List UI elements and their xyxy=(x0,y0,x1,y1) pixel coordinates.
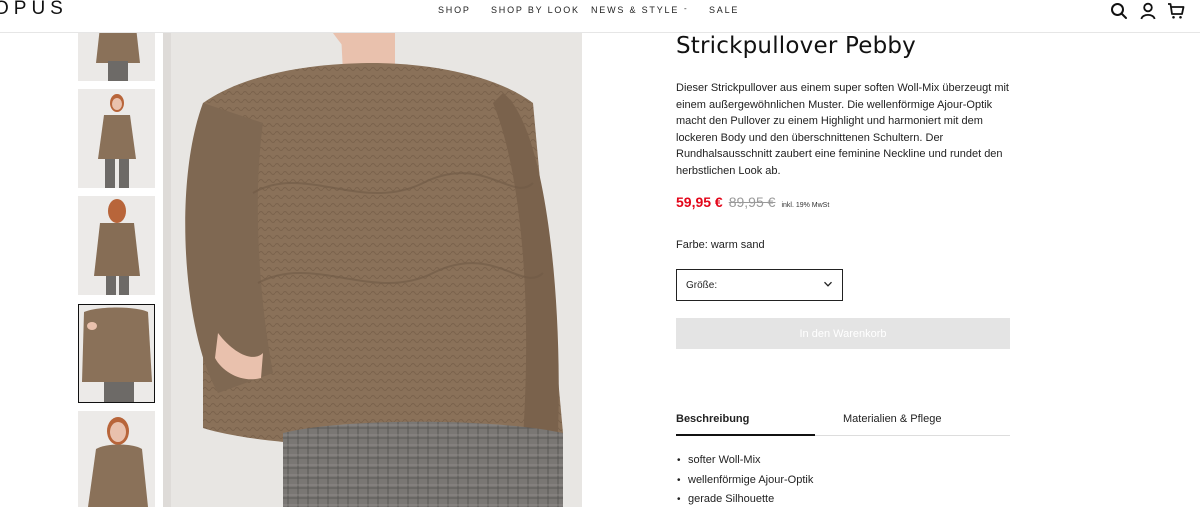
main-product-image[interactable] xyxy=(163,33,582,507)
nav-shop[interactable]: SHOP xyxy=(438,4,471,16)
feature-list: softer Woll-Mix wellenförmige Ajour-Opti… xyxy=(676,451,813,507)
thumbnail-3[interactable] xyxy=(78,196,155,295)
original-price: 89,95 € xyxy=(728,194,776,210)
nav-shop-by-look[interactable]: SHOP BY LOOK xyxy=(491,4,580,16)
shopping-bag-icon[interactable] xyxy=(1167,2,1185,20)
thumbnail-gallery xyxy=(78,27,156,507)
chevron-down-icon xyxy=(823,279,833,292)
thumbnail-4[interactable] xyxy=(78,304,155,403)
brand-logo[interactable]: OPUS xyxy=(0,0,68,20)
color-label: Farbe: warm sand xyxy=(676,239,765,251)
product-tabs: Beschreibung Materialien & Pflege xyxy=(676,404,1010,436)
thumbnail-2[interactable] xyxy=(78,89,155,188)
vat-note: inkl. 19% MwSt xyxy=(781,202,830,209)
user-icon[interactable] xyxy=(1139,2,1157,20)
sale-price: 59,95 € xyxy=(676,194,723,210)
product-title: Strickpullover Pebby xyxy=(676,33,916,59)
nav-news-style[interactable]: NEWS & STYLE xyxy=(591,4,679,16)
site-header: OPUS SHOP SHOP BY LOOK NEWS & STYLE - SA… xyxy=(0,0,1200,33)
active-tab-indicator xyxy=(676,434,815,436)
list-item: gerade Silhouette xyxy=(676,490,813,507)
size-select[interactable]: Größe: xyxy=(676,269,843,301)
list-item: wellenförmige Ajour-Optik xyxy=(676,471,813,491)
size-select-label: Größe: xyxy=(686,279,718,291)
thumbnail-1[interactable] xyxy=(78,27,155,81)
list-item: softer Woll-Mix xyxy=(676,451,813,471)
nav-separator: - xyxy=(684,4,689,13)
product-description: Dieser Strickpullover aus einem super so… xyxy=(676,82,1009,177)
add-to-cart-button[interactable]: In den Warenkorb xyxy=(676,318,1010,349)
nav-sale[interactable]: SALE xyxy=(709,4,739,16)
tab-materials-care[interactable]: Materialien & Pflege xyxy=(843,413,941,425)
tab-description[interactable]: Beschreibung xyxy=(676,413,749,425)
price-row: 59,95 € 89,95 € inkl. 19% MwSt xyxy=(676,194,829,210)
thumbnail-5[interactable] xyxy=(78,411,155,507)
search-icon[interactable] xyxy=(1110,2,1128,20)
